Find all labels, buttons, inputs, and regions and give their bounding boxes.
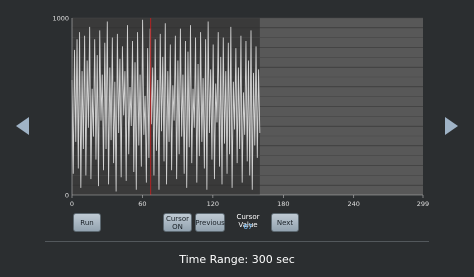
nav-right-arrow-icon[interactable] [445, 117, 458, 135]
x-tick-label: 180 [277, 200, 289, 208]
cursor-on-label-line2: ON [172, 222, 183, 231]
y-tick-label: 0 [65, 192, 69, 200]
divider [45, 241, 429, 242]
x-tick-label: 60 [138, 200, 146, 208]
run-button-label: Run [80, 218, 94, 227]
x-tick-label: 240 [348, 200, 360, 208]
previous-button[interactable]: Previous [195, 213, 225, 232]
next-button[interactable]: Next [271, 213, 299, 232]
cursor-on-label-line1: Cursor [165, 214, 189, 223]
run-button[interactable]: Run [73, 213, 101, 232]
next-button-label: Next [276, 218, 294, 227]
y-tick-label: 1000 [52, 15, 69, 23]
x-tick-label: 120 [207, 200, 219, 208]
cursor-on-button[interactable]: Cursor ON [163, 213, 192, 232]
time-range-label: Time Range: 300 sec [179, 253, 295, 266]
x-tick-label: 299 [417, 200, 429, 208]
x-tick-label: 0 [70, 200, 74, 208]
previous-button-label: Previous [195, 218, 225, 227]
chart-plot: 0 60 120 180 240 299 0 1000 [52, 15, 429, 209]
nav-left-arrow-icon[interactable] [16, 117, 29, 135]
cursor-value: 67 [243, 223, 253, 231]
